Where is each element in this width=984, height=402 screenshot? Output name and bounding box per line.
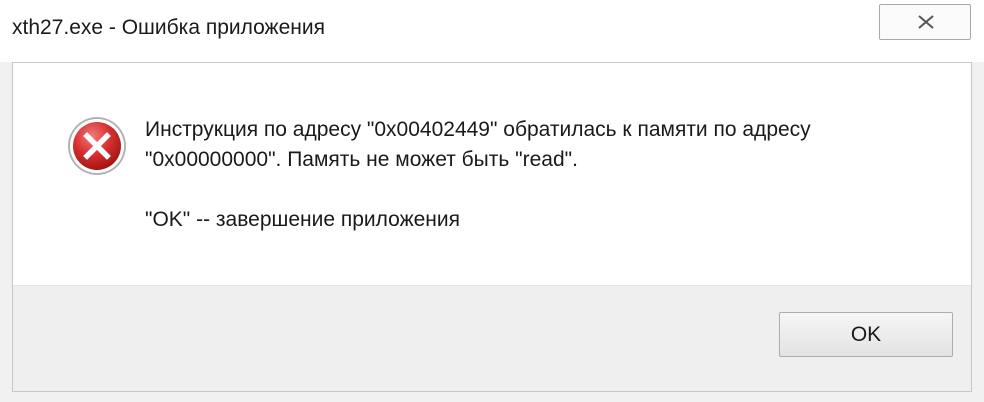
message-line-1: Инструкция по адресу "0x00402449" обрати… <box>145 118 811 141</box>
close-button[interactable] <box>879 4 971 40</box>
window-title: xth27.exe - Ошибка приложения <box>12 16 325 39</box>
title-bar: xth27.exe - Ошибка приложения <box>0 0 984 62</box>
error-message: Инструкция по адресу "0x00402449" обрати… <box>145 115 811 235</box>
message-area: Инструкция по адресу "0x00402449" обрати… <box>13 63 971 285</box>
ok-button[interactable]: OK <box>779 312 953 357</box>
message-line-3: "OK" -- завершение приложения <box>145 208 460 231</box>
button-bar: OK <box>13 285 971 391</box>
error-icon <box>68 117 126 175</box>
error-dialog-window: xth27.exe - Ошибка приложения Инструкция… <box>0 0 984 402</box>
close-icon <box>918 15 934 29</box>
dialog-client-area: Инструкция по адресу "0x00402449" обрати… <box>12 62 972 392</box>
message-line-2: "0x00000000". Память не может быть "read… <box>145 148 578 171</box>
